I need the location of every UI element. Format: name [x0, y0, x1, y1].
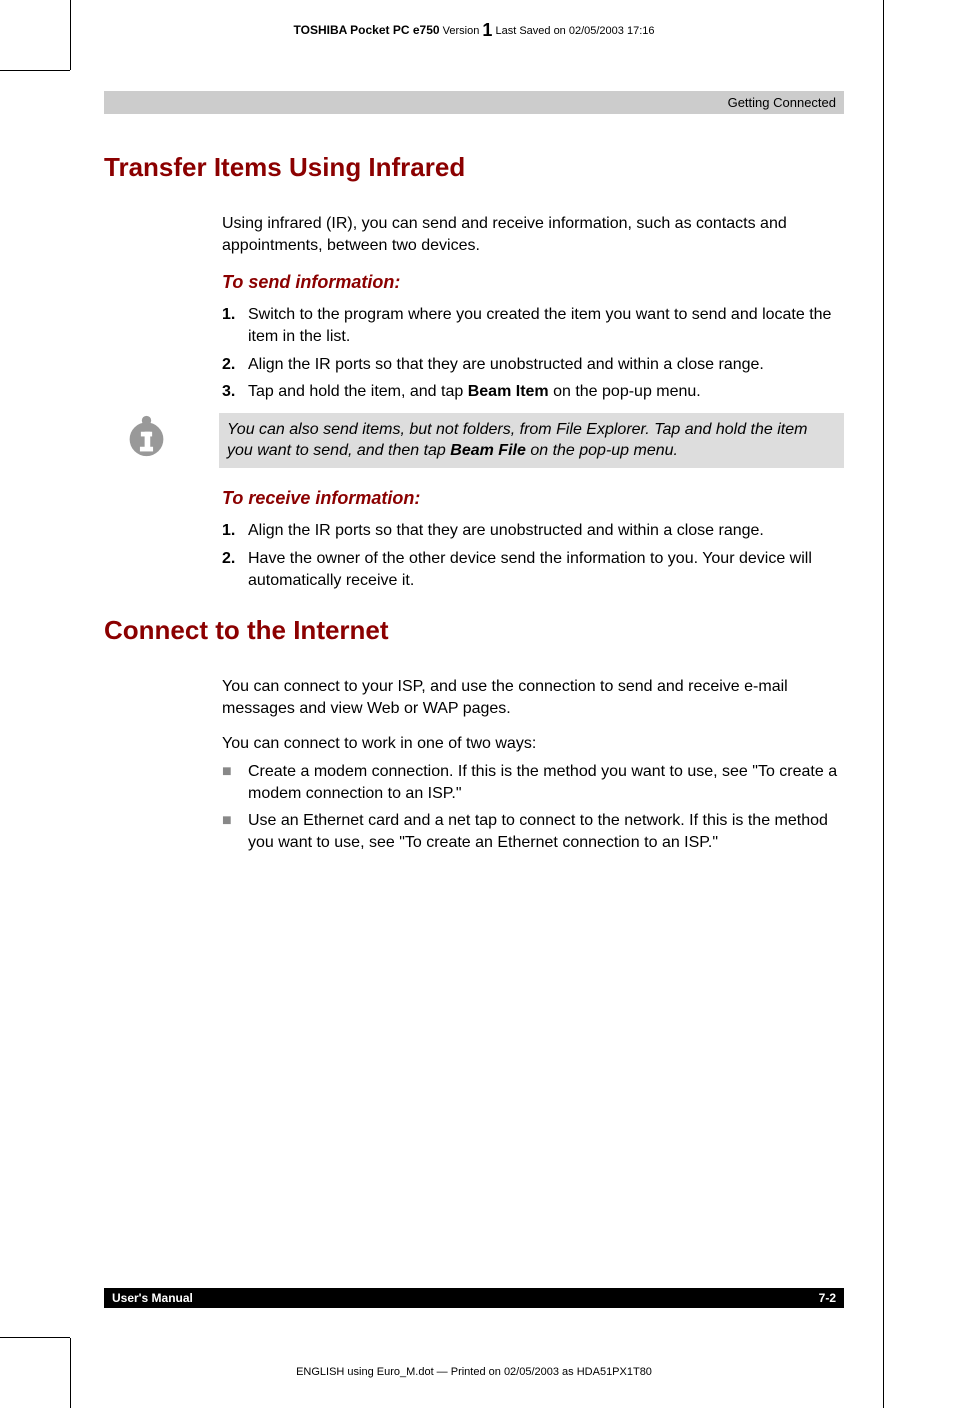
note-text: You can also send items, but not folders…	[219, 413, 844, 468]
section-banner: Getting Connected	[104, 91, 844, 114]
footer-print-info: ENGLISH using Euro_M.dot — Printed on 02…	[104, 1366, 844, 1378]
step-number: 3.	[222, 381, 248, 403]
footer-right: 7-2	[819, 1291, 836, 1305]
list-item: ■ Create a modem connection. If this is …	[222, 761, 844, 804]
note-suffix: on the pop-up menu.	[526, 442, 678, 459]
header-version-num: 1	[482, 20, 492, 40]
internet-body: You can connect to your ISP, and use the…	[222, 676, 844, 853]
list-item: 1. Align the IR ports so that they are u…	[222, 520, 844, 542]
crop-mark	[883, 0, 884, 1408]
header-brand: TOSHIBA Pocket PC e750	[294, 23, 440, 37]
header-version-label: Version	[443, 25, 480, 37]
list-item: 2. Have the owner of the other device se…	[222, 548, 844, 591]
receive-body: To receive information: 1. Align the IR …	[222, 486, 844, 591]
internet-bullets: ■ Create a modem connection. If this is …	[222, 761, 844, 853]
step-number: 2.	[222, 354, 248, 376]
step-number: 1.	[222, 520, 248, 542]
list-item: 1. Switch to the program where you creat…	[222, 304, 844, 347]
step-number: 1.	[222, 304, 248, 347]
step-text: Tap and hold the item, and tap Beam Item…	[248, 381, 701, 403]
list-item: ■ Use an Ethernet card and a net tap to …	[222, 810, 844, 853]
crop-mark	[0, 1337, 70, 1338]
note-row: You can also send items, but not folders…	[104, 413, 844, 468]
crop-mark	[70, 0, 71, 70]
step-text: Switch to the program where you created …	[248, 304, 844, 347]
step-text: Align the IR ports so that they are unob…	[248, 520, 764, 542]
step-text-suffix: on the pop-up menu.	[549, 383, 701, 400]
info-icon	[124, 413, 169, 458]
note-bold: Beam File	[450, 442, 526, 459]
step-text: Have the owner of the other device send …	[248, 548, 844, 591]
receive-steps: 1. Align the IR ports so that they are u…	[222, 520, 844, 591]
bullet-text: Create a modem connection. If this is th…	[248, 761, 844, 804]
square-bullet-icon: ■	[222, 810, 248, 853]
heading-infrared: Transfer Items Using Infrared	[104, 152, 844, 183]
crop-mark	[0, 70, 70, 71]
list-item: 2. Align the IR ports so that they are u…	[222, 354, 844, 376]
list-item: 3. Tap and hold the item, and tap Beam I…	[222, 381, 844, 403]
infrared-intro: Using infrared (IR), you can send and re…	[222, 213, 844, 256]
header-saved: Last Saved on 02/05/2003 17:16	[495, 25, 654, 37]
heading-send: To send information:	[222, 270, 844, 294]
bullet-text: Use an Ethernet card and a net tap to co…	[248, 810, 844, 853]
square-bullet-icon: ■	[222, 761, 248, 804]
heading-internet: Connect to the Internet	[104, 615, 844, 646]
step-text: Align the IR ports so that they are unob…	[248, 354, 764, 376]
step-text-bold: Beam Item	[468, 383, 549, 400]
step-number: 2.	[222, 548, 248, 591]
crop-mark	[70, 1338, 71, 1408]
footer-left: User's Manual	[112, 1291, 193, 1305]
internet-p2: You can connect to work in one of two wa…	[222, 733, 844, 755]
step-text-prefix: Tap and hold the item, and tap	[248, 383, 468, 400]
running-header: TOSHIBA Pocket PC e750 Version 1 Last Sa…	[104, 20, 844, 41]
infrared-body: Using infrared (IR), you can send and re…	[222, 213, 844, 403]
heading-receive: To receive information:	[222, 486, 844, 510]
send-steps: 1. Switch to the program where you creat…	[222, 304, 844, 402]
footer-bar: User's Manual 7-2	[104, 1288, 844, 1308]
page-content: TOSHIBA Pocket PC e750 Version 1 Last Sa…	[104, 20, 844, 859]
internet-p1: You can connect to your ISP, and use the…	[222, 676, 844, 719]
